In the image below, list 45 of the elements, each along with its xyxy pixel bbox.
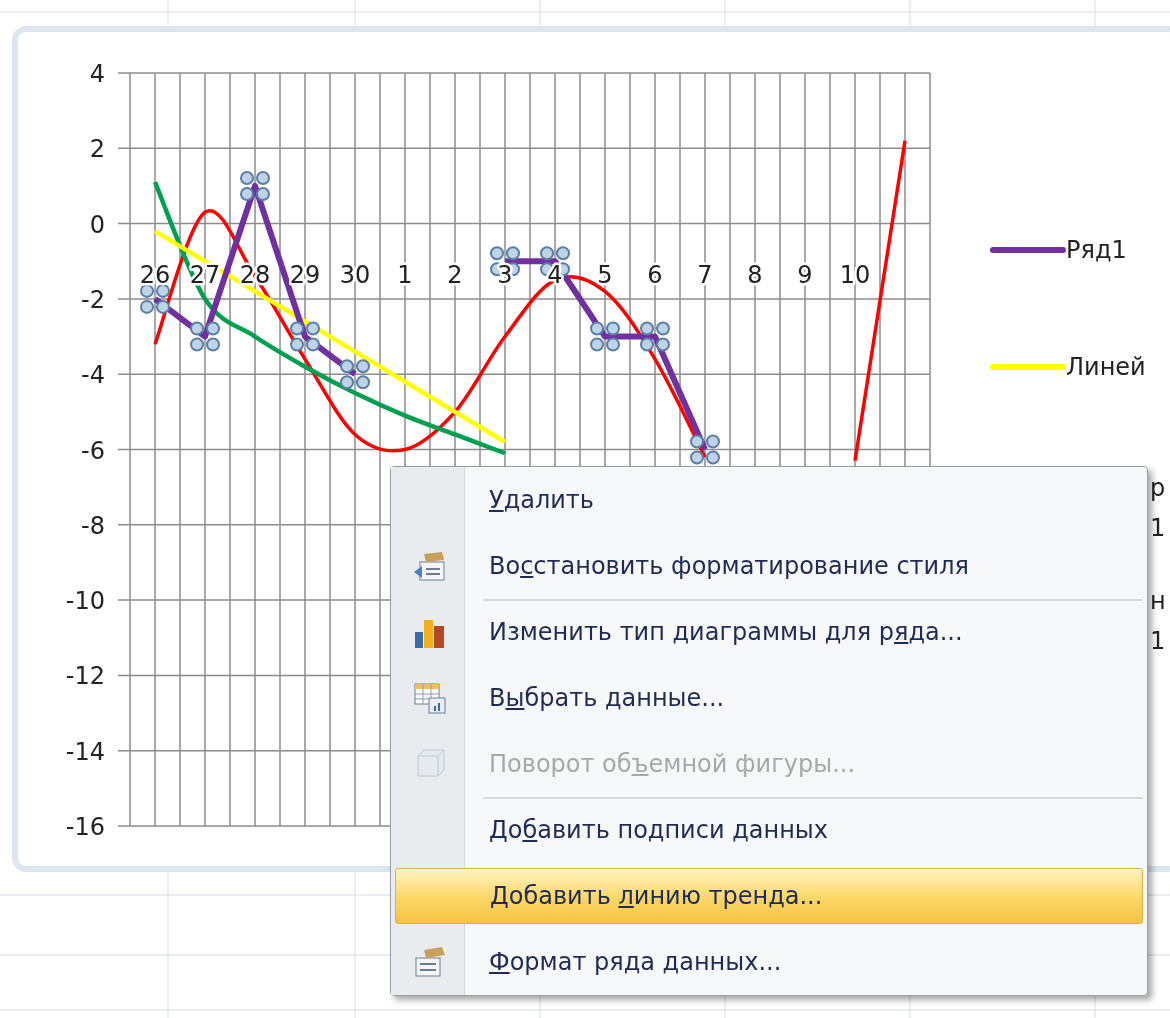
legend-label: Линей <box>1066 352 1146 383</box>
menu-item[interactable]: Формат ряда данных... <box>395 934 1143 990</box>
axis-label: -6 <box>81 436 105 465</box>
selection-handle[interactable] <box>590 321 620 352</box>
selection-handle[interactable] <box>340 359 370 390</box>
axis-label: -14 <box>65 737 105 766</box>
axis-label: 2 <box>89 135 105 164</box>
category-label: 29 <box>289 261 321 289</box>
selection-handle[interactable] <box>140 283 170 314</box>
selection-handle[interactable] <box>290 321 320 352</box>
category-label: 5 <box>597 261 613 289</box>
legend-label: н <box>1150 586 1166 617</box>
axis-label: 4 <box>89 60 105 88</box>
menu-item[interactable]: Удалить <box>395 472 1143 528</box>
category-label: 7 <box>697 261 713 289</box>
category-label: 1 <box>397 261 413 289</box>
axis-label: -16 <box>65 813 105 841</box>
menu-item[interactable]: Выбрать данные... <box>395 670 1143 726</box>
category-label: 10 <box>839 261 871 289</box>
category-label: 2 <box>447 261 463 289</box>
legend-label: 1 <box>1150 513 1166 544</box>
axis-label: -8 <box>81 511 105 540</box>
axis-label: -10 <box>65 587 105 616</box>
selection-handle[interactable] <box>190 321 220 352</box>
selection-handle[interactable] <box>240 170 270 201</box>
category-label: 30 <box>339 261 371 289</box>
menu-item[interactable]: Добавить подписи данных <box>395 802 1143 858</box>
axis-label: -12 <box>65 662 105 691</box>
category-label: 6 <box>647 261 663 289</box>
menu-item[interactable]: Добавить линию тренда... <box>395 868 1143 924</box>
axis-label: 0 <box>89 210 105 239</box>
selection-handle[interactable] <box>640 321 670 352</box>
legend-label: Ряд1 <box>1066 235 1127 266</box>
category-label: 9 <box>797 261 813 289</box>
menu-item[interactable]: Восстановить форматирование стиля <box>395 538 1143 594</box>
category-label: 8 <box>747 261 763 289</box>
table-icon <box>412 680 448 716</box>
legend-label: р <box>1150 473 1166 504</box>
legend-label: 1 <box>1150 626 1166 657</box>
axis-label: -2 <box>81 285 105 314</box>
axis-label: -4 <box>81 361 105 390</box>
selection-handle[interactable] <box>690 434 720 465</box>
format-icon <box>412 944 448 980</box>
menu-item[interactable]: Изменить тип диаграммы для ряда... <box>395 604 1143 660</box>
category-label: 26 <box>139 261 171 289</box>
